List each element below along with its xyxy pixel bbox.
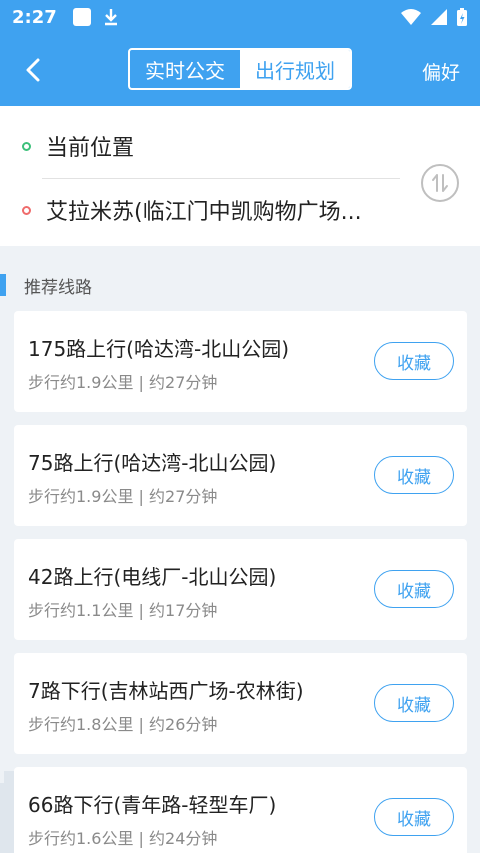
route-name: 75路上行(哈达湾-北山公园) (28, 451, 277, 475)
start-location-text: 当前位置 (46, 136, 135, 161)
route-selector: 当前位置 艾拉米苏(临江门中凯购物广场... (0, 106, 480, 246)
section-accent-bar (0, 274, 6, 296)
route-name: 7路下行(吉林站西广场-农林街) (28, 679, 304, 703)
route-meta: 步行约1.1公里 | 约17分钟 (28, 601, 218, 620)
back-arrow-icon (26, 58, 40, 82)
preference-button[interactable]: 偏好 (422, 58, 460, 85)
swap-icon (432, 174, 448, 192)
tab-realtime-bus[interactable]: 实时公交 (130, 50, 240, 88)
status-time: 2:27 (12, 6, 57, 28)
route-card[interactable]: 175路上行(哈达湾-北山公园) 步行约1.9公里 | 约27分钟 收藏 (14, 311, 467, 412)
battery-icon (457, 8, 467, 26)
route-name: 42路上行(电线厂-北山公园) (28, 565, 277, 589)
favorite-button[interactable]: 收藏 (374, 798, 454, 836)
mode-switch: 实时公交 出行规划 (128, 48, 352, 90)
start-location-row[interactable]: 当前位置 (22, 130, 134, 162)
route-meta: 步行约1.9公里 | 约27分钟 (28, 373, 218, 392)
route-card[interactable]: 75路上行(哈达湾-北山公园) 步行约1.9公里 | 约27分钟 收藏 (14, 425, 467, 526)
divider (42, 178, 400, 179)
route-card[interactable]: 42路上行(电线厂-北山公园) 步行约1.1公里 | 约17分钟 收藏 (14, 539, 467, 640)
favorite-button[interactable]: 收藏 (374, 570, 454, 608)
route-card[interactable]: 66路下行(青年路-轻型车厂) 步行约1.6公里 | 约24分钟 收藏 (14, 767, 467, 853)
end-dot-icon (22, 205, 31, 215)
wifi-icon (401, 9, 421, 25)
favorite-button[interactable]: 收藏 (374, 456, 454, 494)
app-bar: 实时公交 出行规划 偏好 (0, 34, 480, 106)
end-location-text: 艾拉米苏(临江门中凯购物广场... (46, 200, 362, 225)
favorite-button[interactable]: 收藏 (374, 684, 454, 722)
end-location-row[interactable]: 艾拉米苏(临江门中凯购物广场... (22, 194, 362, 226)
route-meta: 步行约1.8公里 | 约26分钟 (28, 715, 218, 734)
status-bar: 2:27 (0, 0, 480, 34)
section-title: 推荐线路 (0, 272, 92, 298)
tab-trip-planning[interactable]: 出行规划 (240, 50, 350, 88)
back-button[interactable] (18, 54, 50, 86)
signal-icon (431, 9, 447, 25)
download-icon (104, 9, 117, 26)
route-card[interactable]: 7路下行(吉林站西广场-农林街) 步行约1.8公里 | 约26分钟 收藏 (14, 653, 467, 754)
swap-button[interactable] (421, 164, 459, 202)
route-name: 175路上行(哈达湾-北山公园) (28, 337, 289, 361)
start-dot-icon (22, 141, 31, 151)
route-name: 66路下行(青年路-轻型车厂) (28, 793, 277, 817)
route-meta: 步行约1.6公里 | 约24分钟 (28, 829, 218, 848)
notification-icon (72, 8, 91, 26)
section-title-text: 推荐线路 (24, 277, 92, 298)
favorite-button[interactable]: 收藏 (374, 342, 454, 380)
route-meta: 步行约1.9公里 | 约27分钟 (28, 487, 218, 506)
